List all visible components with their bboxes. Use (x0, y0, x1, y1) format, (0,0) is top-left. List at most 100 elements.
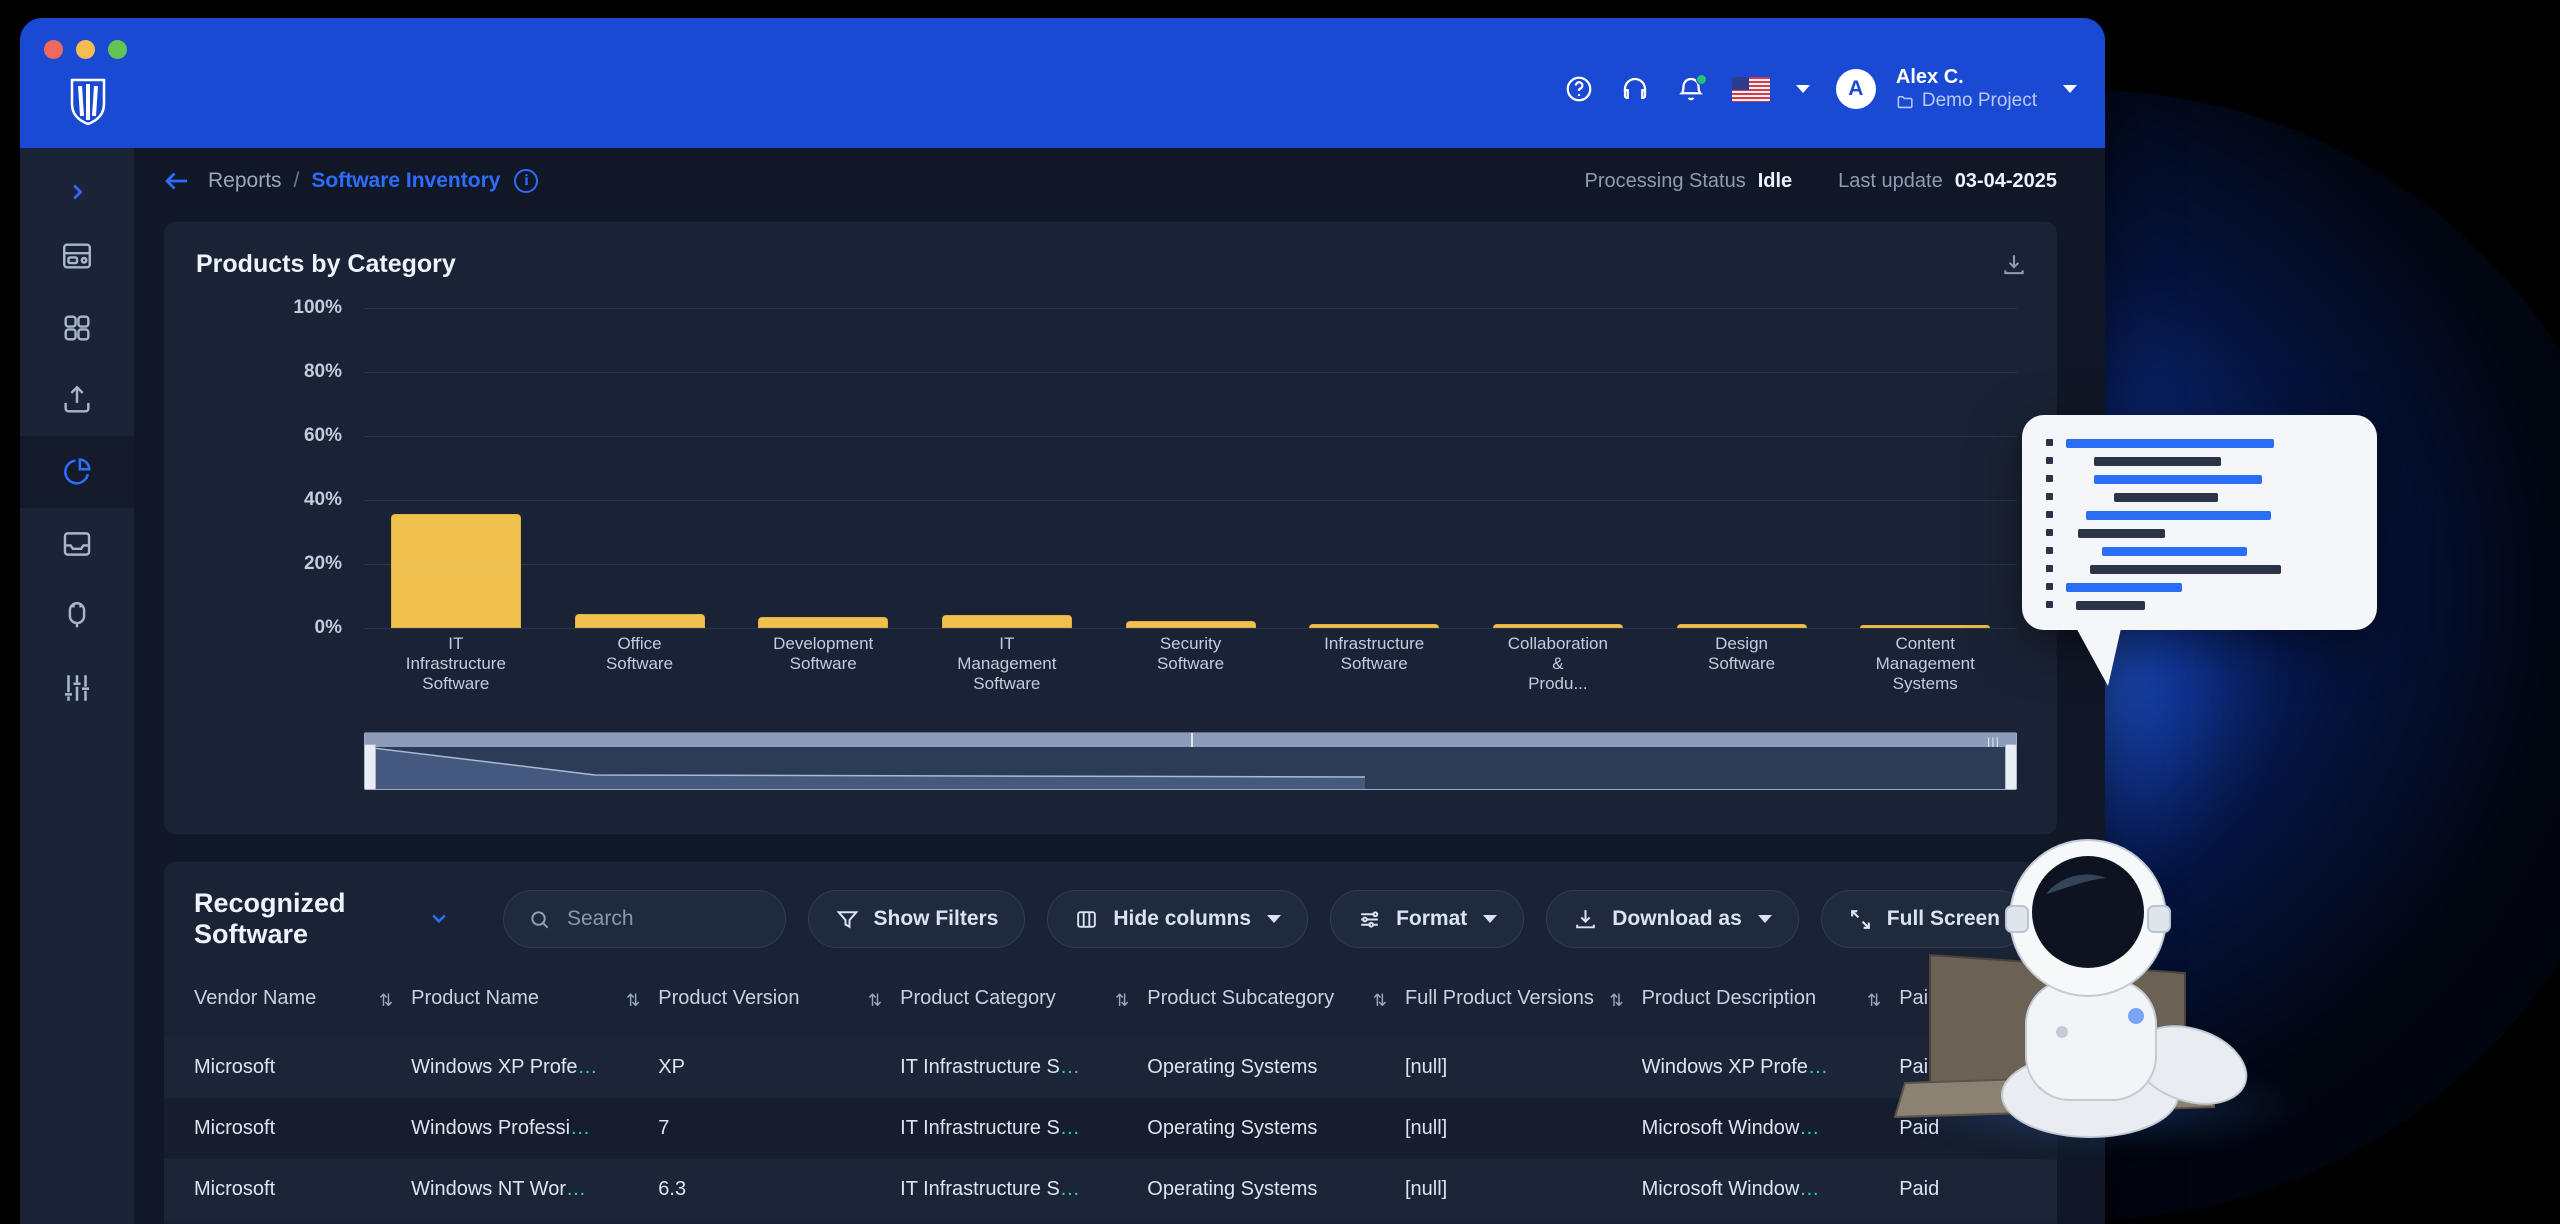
processing-status-label: Processing Status (1584, 169, 1746, 192)
sort-icon[interactable]: ⇅ (1373, 988, 1387, 1013)
code-gutter (2046, 439, 2053, 610)
chevron-down-icon[interactable] (1267, 915, 1282, 923)
table-row[interactable]: Microsoft Windows Professi… 7 IT Infrastruc… (164, 1098, 2057, 1159)
search-input[interactable] (566, 907, 761, 931)
code-lines (2046, 439, 2355, 610)
sidebar-item-settings[interactable] (20, 652, 134, 724)
breadcrumb-reports[interactable]: Reports (208, 169, 282, 193)
sort-icon[interactable]: ⇅ (626, 988, 640, 1013)
x-tick-line: Software (789, 654, 857, 673)
x-tick-line: Software (1156, 654, 1225, 673)
app-logo-icon[interactable] (62, 74, 114, 126)
bell-icon[interactable] (1676, 74, 1707, 104)
bar[interactable] (1125, 620, 1256, 628)
table-toolbar: Recognized Software Show Filters (164, 862, 2057, 972)
bar[interactable] (390, 514, 521, 628)
chevron-down-icon[interactable] (429, 904, 449, 935)
gridline (364, 372, 2017, 373)
table-cell-version: 7 (658, 1117, 670, 1139)
x-tick-line: & (1552, 654, 1564, 673)
sidebar-item-dashboard[interactable] (20, 220, 134, 292)
download-as-button[interactable]: Download as (1546, 890, 1799, 948)
minimize-window-button[interactable] (76, 40, 95, 59)
flag-us-icon[interactable] (1731, 76, 1770, 102)
sort-icon[interactable]: ⇅ (868, 988, 882, 1013)
chart-range-scrollbar[interactable]: ||| (364, 732, 2017, 796)
x-tick-line: Software (973, 674, 1041, 693)
scroll-handle-left[interactable] (364, 744, 376, 790)
y-tick-label: 60% (303, 425, 342, 446)
breadcrumb-software-inventory[interactable]: Software Inventory (311, 169, 500, 193)
column-label: Product Category (900, 987, 1056, 1009)
help-circle-icon[interactable] (1564, 74, 1594, 104)
y-tick-label: 100% (293, 297, 342, 318)
table-cell-full-versions: [null] (1404, 1117, 1448, 1139)
download-icon[interactable] (2001, 252, 2027, 278)
bars-container (364, 308, 2017, 628)
sort-icon[interactable]: ⇅ (1609, 988, 1623, 1013)
table-column-header[interactable]: Vendor Name ⇅ (164, 972, 411, 1037)
avatar[interactable]: A (1835, 69, 1876, 109)
column-label: Product Name (411, 987, 539, 1009)
format-button[interactable]: Format (1330, 890, 1525, 948)
show-filters-label: Show Filters (873, 907, 999, 930)
x-tick-line: Systems (1892, 674, 1958, 693)
table-column-header[interactable]: Product Subcategory ⇅ (1147, 972, 1405, 1037)
grid-apps-icon (64, 315, 90, 341)
sidebar-item-upload[interactable] (20, 364, 134, 436)
code-speech-bubble (2022, 415, 2377, 686)
language-chevron-down-icon[interactable] (1795, 85, 1810, 93)
table-column-header[interactable]: Product Category ⇅ (900, 972, 1147, 1037)
sort-icon[interactable]: ⇅ (1115, 988, 1129, 1013)
bar[interactable] (941, 614, 1072, 628)
table-cell-full-versions: [null] (1404, 1178, 1448, 1200)
bar[interactable] (758, 616, 889, 628)
user-menu-chevron-down-icon[interactable] (2063, 85, 2077, 93)
gridline (364, 436, 2017, 437)
processing-status-value: Idle (1757, 169, 1793, 192)
table-cell-subcategory: Operating Systems (1147, 1178, 1318, 1200)
x-tick-line: Management (1875, 654, 1975, 673)
back-button[interactable] (162, 166, 192, 196)
table-column-header[interactable]: Full Product Versions ⇅ (1405, 972, 1642, 1037)
bar[interactable] (574, 613, 705, 628)
show-filters-button[interactable]: Show Filters (807, 890, 1026, 948)
x-tick-line: Management (957, 654, 1057, 673)
sidebar-item-plugins[interactable] (20, 580, 134, 652)
sidebar-item-inbox[interactable] (20, 508, 134, 580)
chevron-down-icon[interactable] (1757, 915, 1772, 923)
sidebar-item-apps[interactable] (20, 292, 134, 364)
search-box[interactable] (502, 890, 786, 948)
x-tick-line: Software (422, 674, 490, 693)
headset-icon[interactable] (1620, 74, 1650, 104)
sort-icon[interactable]: ⇅ (1867, 988, 1881, 1013)
user-block[interactable]: Alex C. Demo Project (1896, 66, 2037, 112)
hide-columns-button[interactable]: Hide columns (1047, 890, 1309, 948)
sidebar-item-reports[interactable] (20, 436, 134, 508)
scroll-handle-right[interactable] (2005, 744, 2017, 790)
sidebar-expand-button[interactable] (20, 164, 134, 220)
sort-icon[interactable]: ⇅ (379, 988, 393, 1013)
table-column-header[interactable]: Product Description ⇅ (1642, 972, 1900, 1037)
table-row[interactable]: Microsoft Windows XP Profe… XP IT Infrastru… (164, 1037, 2057, 1098)
table-column-header[interactable]: Product Name ⇅ (411, 972, 658, 1037)
table-cell-version: XP (658, 1056, 685, 1078)
project-row: Demo Project (1896, 90, 2037, 112)
maximize-window-button[interactable] (108, 40, 127, 59)
truncation-ellipsis: … (570, 1117, 591, 1139)
x-tick-line: Development (773, 634, 874, 653)
info-icon[interactable]: i (514, 169, 539, 193)
table-row[interactable]: Microsoft Windows NT Wor… 6.3 IT Infrastruc… (164, 1159, 2057, 1220)
mini-series-preview (365, 746, 1365, 789)
close-window-button[interactable] (44, 40, 63, 59)
bar-slot (915, 308, 1099, 628)
scroll-track[interactable]: ||| (364, 732, 2017, 790)
format-label: Format (1396, 907, 1468, 930)
y-tick-label: 20% (303, 553, 342, 574)
table-title-dropdown[interactable]: Recognized Software (194, 888, 449, 950)
user-name: Alex C. (1895, 66, 1964, 88)
filter-icon (835, 910, 859, 929)
traffic-lights (44, 40, 127, 59)
chevron-down-icon[interactable] (1483, 915, 1498, 923)
table-column-header[interactable]: Product Version ⇅ (658, 972, 900, 1037)
